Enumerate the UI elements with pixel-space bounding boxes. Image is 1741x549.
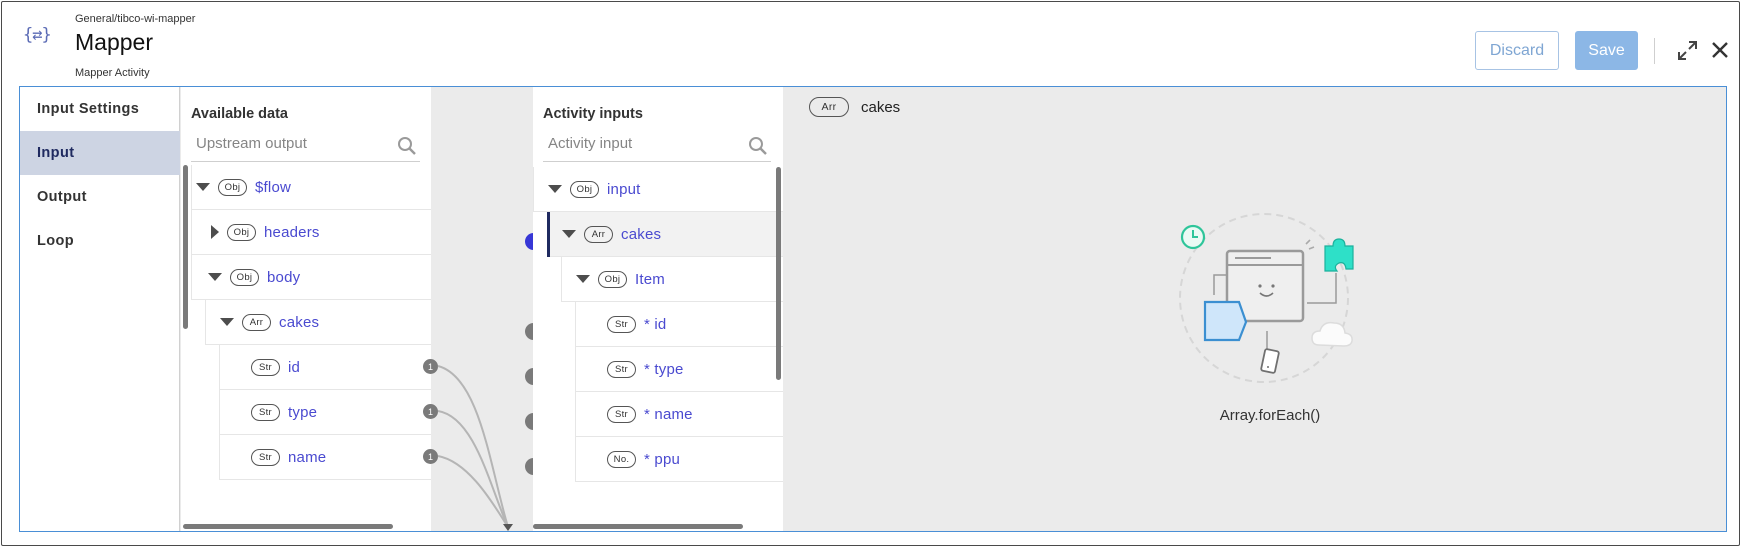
tree-row-input[interactable]: Obj input [533,167,783,212]
vertical-scrollbar[interactable] [776,167,781,380]
page-title: Mapper [75,29,153,55]
horizontal-scrollbar[interactable] [533,524,743,529]
tree-row-cakes-selected[interactable]: Arr cakes [547,212,783,257]
header-divider [1654,38,1655,64]
type-badge: No. [607,450,636,468]
tree-row-item[interactable]: Obj Item [561,257,783,302]
field-label: Item [635,270,665,288]
discard-button[interactable]: Discard [1475,31,1559,70]
field-label: cakes [621,225,662,243]
field-label: * name [644,405,693,423]
tree-row-ppu[interactable]: No. * ppu [575,437,783,482]
selection-indicator [547,212,550,257]
tree-row-type[interactable]: Str * type [575,347,783,392]
expand-icon[interactable] [1677,40,1698,61]
activity-inputs-title: Activity inputs [543,106,643,122]
activity-search-input[interactable] [548,135,738,152]
caret-down-icon[interactable] [562,230,576,238]
type-badge: Obj [598,270,627,288]
breadcrumb: General/tibco-wi-mapper [75,13,196,25]
illustration-label: Array.forEach() [1219,407,1321,424]
field-label: * ppu [644,450,681,468]
field-label: * id [644,315,667,333]
mapper-window: {⇄} General/tibco-wi-mapper Mapper Mappe… [1,1,1740,546]
activity-search [543,129,771,162]
type-badge: Obj [570,180,599,198]
type-badge: Arr [809,97,849,117]
mapper-icon: {⇄} [23,25,52,45]
type-badge: Str [607,405,636,423]
detail-field-name: cakes [861,98,901,116]
tree-row-name[interactable]: Str * name [575,392,783,437]
foreach-illustration [1179,213,1354,383]
field-label: * type [644,360,684,378]
clock-icon [1180,224,1206,250]
mapping-links [437,365,513,531]
folder-icon [1203,300,1248,342]
activity-inputs-panel: Activity inputs Obj input Arr cakes [533,87,783,531]
mapper-body: Input Settings Input Output Loop Availab… [19,86,1727,532]
type-badge: Arr [584,225,613,243]
detail-header: Arr cakes [809,97,900,117]
search-icon[interactable] [748,136,768,156]
phone-icon [1260,348,1280,374]
close-icon[interactable] [1708,38,1732,62]
field-label: input [607,180,641,198]
save-button[interactable]: Save [1575,31,1638,70]
type-badge: Str [607,315,636,333]
type-badge: Str [607,360,636,378]
caret-down-icon[interactable] [576,275,590,283]
cloud-icon [1311,321,1353,347]
caret-down-icon[interactable] [548,185,562,193]
tree-row-id[interactable]: Str * id [575,302,783,347]
page-subtitle: Mapper Activity [75,67,150,79]
